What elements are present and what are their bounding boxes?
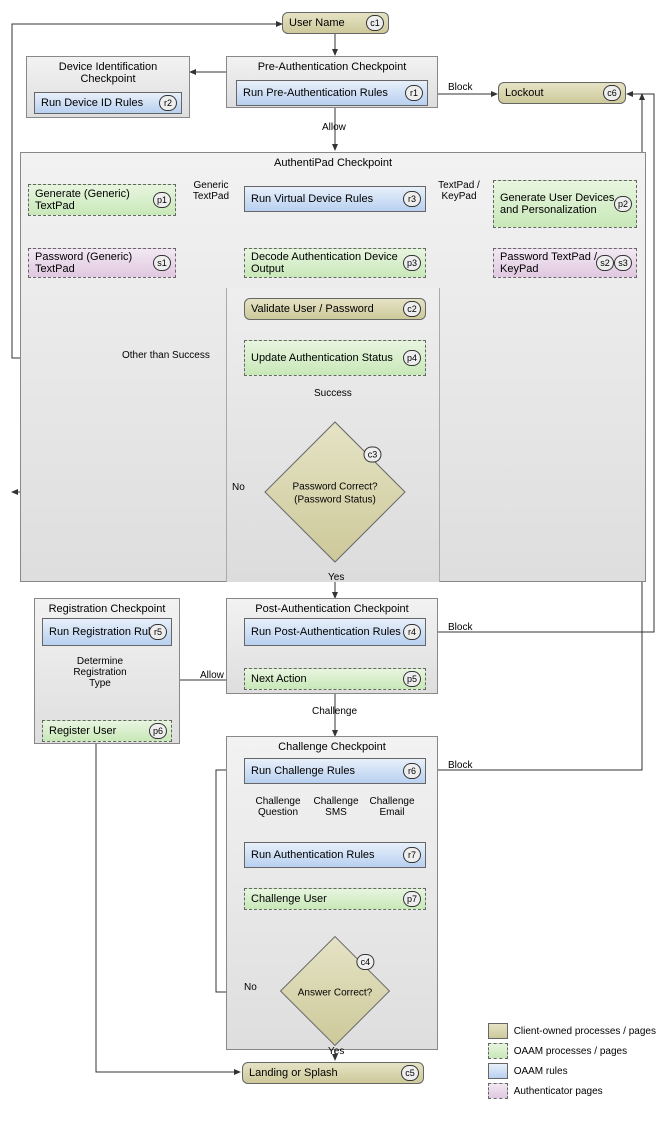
node-register-user: Register User p6	[42, 720, 172, 742]
node-tag: r6	[403, 763, 421, 779]
node-tag: p6	[149, 723, 167, 739]
node-run-auth-rules: Run Authentication Rules r7	[244, 842, 426, 868]
edge-label-yes: Yes	[328, 1046, 344, 1057]
edge-label-no: No	[244, 982, 257, 993]
edge-label-cemail: Challenge Email	[366, 796, 418, 818]
node-label: Run Post-Authentication Rules	[251, 626, 401, 638]
node-tag: s2	[596, 255, 614, 271]
node-label: Run Pre-Authentication Rules	[243, 87, 388, 99]
node-run-virtual-device-rules: Run Virtual Device Rules r3	[244, 186, 426, 212]
node-user-name: User Name c1	[282, 12, 389, 34]
edge-label-detreg: Determine Registration Type	[65, 656, 135, 689]
node-label: Challenge User	[251, 893, 327, 905]
legend-swatch-oaamproc	[488, 1043, 508, 1059]
edge-label-challenge: Challenge	[312, 706, 357, 717]
node-tag: s3	[614, 255, 632, 271]
node-tag: c2	[403, 301, 421, 317]
node-run-preauth-rules: Run Pre-Authentication Rules r1	[236, 80, 428, 106]
node-tag: c5	[401, 1065, 419, 1081]
node-decode-auth-output: Decode Authentication Device Output p3	[244, 248, 426, 278]
node-next-action: Next Action p5	[244, 668, 426, 690]
node-run-challenge-rules: Run Challenge Rules r6	[244, 758, 426, 784]
edge-label-yes: Yes	[328, 572, 344, 583]
node-label: Validate User / Password	[251, 303, 374, 315]
legend-swatch-client	[488, 1023, 508, 1039]
node-run-postauth-rules: Run Post-Authentication Rules r4	[244, 618, 426, 646]
node-tag: p1	[153, 192, 171, 208]
checkpoint-title: Challenge Checkpoint	[227, 737, 437, 757]
node-tag: c6	[603, 85, 621, 101]
node-label: Run Virtual Device Rules	[251, 193, 373, 205]
legend-swatch-oaamrule	[488, 1063, 508, 1079]
node-lockout: Lockout c6	[498, 82, 626, 104]
node-run-registration-rule: Run Registration Rule r5	[42, 618, 172, 646]
node-password-textpad-keypad: Password TextPad / KeyPad s2 s3	[493, 248, 637, 278]
node-password-generic-textpad: Password (Generic) TextPad s1	[28, 248, 176, 278]
node-label: Decode Authentication Device Output	[251, 251, 419, 275]
node-update-auth-status: Update Authentication Status p4	[244, 340, 426, 376]
checkpoint-title: Pre-Authentication Checkpoint	[227, 57, 437, 77]
node-label: Register User	[49, 725, 116, 737]
node-tag: p2	[614, 196, 632, 212]
edge-label-block: Block	[448, 622, 472, 633]
node-label: Next Action	[251, 673, 307, 685]
node-tag: r4	[403, 624, 421, 640]
node-tag: c1	[366, 15, 384, 31]
legend-label: OAAM processes / pages	[514, 1046, 627, 1057]
edge-label-allow: Allow	[322, 122, 346, 133]
node-label: Generate User Devices and Personalizatio…	[500, 192, 630, 216]
node-tag: c4	[356, 954, 374, 970]
edge-label-no: No	[232, 482, 245, 493]
node-label: Run Device ID Rules	[41, 97, 143, 109]
legend-swatch-authpg	[488, 1083, 508, 1099]
legend-label: OAAM rules	[514, 1066, 568, 1077]
checkpoint-title: Post-Authentication Checkpoint	[227, 599, 437, 619]
node-tag: c3	[363, 447, 381, 463]
node-tag: p3	[403, 255, 421, 271]
node-label: Run Registration Rule	[49, 626, 157, 638]
node-tag: r7	[403, 847, 421, 863]
node-run-device-id-rules: Run Device ID Rules r2	[34, 92, 182, 114]
checkpoint-title: Device Identification Checkpoint	[27, 57, 189, 89]
node-tag: r5	[149, 624, 167, 640]
node-generate-user-devices: Generate User Devices and Personalizatio…	[493, 180, 637, 228]
checkpoint-title: AuthentiPad Checkpoint	[21, 153, 645, 173]
node-tag: p7	[403, 891, 421, 907]
edge-label-other: Other than Success	[122, 350, 210, 361]
legend-label: Authenticator pages	[514, 1086, 603, 1097]
node-tag: r3	[403, 191, 421, 207]
edge-label-cq: Challenge Question	[252, 796, 304, 818]
node-validate-user-password: Validate User / Password c2	[244, 298, 426, 320]
edge-label-csms: Challenge SMS	[310, 796, 362, 818]
checkpoint-title: Registration Checkpoint	[35, 599, 179, 619]
edge-label-tkp: TextPad / KeyPad	[432, 180, 486, 202]
node-tag: p5	[403, 671, 421, 687]
edge-label-generic: Generic TextPad	[184, 180, 238, 202]
node-label: Lockout	[505, 87, 544, 99]
edge-label-allow: Allow	[200, 670, 224, 681]
node-label: Generate (Generic) TextPad	[35, 188, 169, 212]
node-label: Landing or Splash	[249, 1067, 338, 1079]
node-tag: p4	[403, 350, 421, 366]
node-label: Run Authentication Rules	[251, 849, 375, 861]
node-label: Password (Generic) TextPad	[35, 251, 169, 275]
node-tag: r2	[159, 95, 177, 111]
node-label: User Name	[289, 17, 345, 29]
node-tag: s1	[153, 255, 171, 271]
node-label: Run Challenge Rules	[251, 765, 355, 777]
legend: Client-owned processes / pages OAAM proc…	[488, 1019, 656, 1103]
node-tag: r1	[405, 85, 423, 101]
legend-label: Client-owned processes / pages	[514, 1026, 656, 1037]
node-landing-splash: Landing or Splash c5	[242, 1062, 424, 1084]
node-challenge-user: Challenge User p7	[244, 888, 426, 910]
node-generate-generic-textpad: Generate (Generic) TextPad p1	[28, 184, 176, 216]
edge-label-success: Success	[314, 388, 352, 399]
edge-label-block: Block	[448, 760, 472, 771]
edge-label-block: Block	[448, 82, 472, 93]
node-label: Update Authentication Status	[251, 352, 393, 364]
decision-password-correct: Password Correct? (Password Status) c3	[264, 421, 405, 562]
